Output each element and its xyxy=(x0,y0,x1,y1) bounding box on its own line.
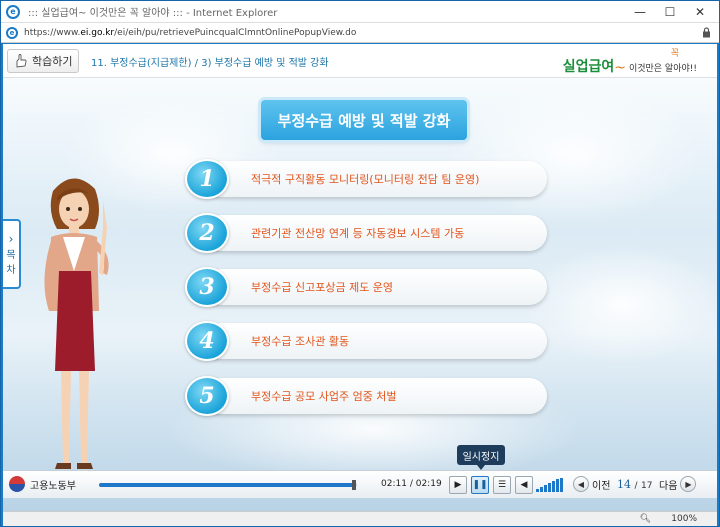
brand-sub: 이것만은 알아야!! xyxy=(628,64,697,74)
progress-bar[interactable] xyxy=(99,480,357,490)
lock-icon[interactable] xyxy=(702,27,711,38)
player-bar: 고용노동부 02:11 / 02:19 ▶ ❚❚ ☰ ◀ ◀ 이전 14 / 1… xyxy=(3,470,717,498)
progress-knob[interactable] xyxy=(352,480,357,490)
ie-page-icon: e xyxy=(6,26,18,39)
maximize-button[interactable]: ☐ xyxy=(655,5,685,19)
item-text: 적극적 구직활동 모니터링(모니터링 전담 팀 운영) xyxy=(251,173,480,186)
org-logo: 고용노동부 xyxy=(9,476,76,492)
menu-icon: ☰ xyxy=(497,480,507,490)
ie-logo-icon: e xyxy=(6,4,20,19)
item-number: 2 xyxy=(185,213,229,253)
url-path: /ei/eih/pu/retrievePuincqualClmntOnlineP… xyxy=(114,27,357,38)
list-item: 3 부정수급 신고포상금 제도 운영 xyxy=(183,267,547,307)
org-name: 고용노동부 xyxy=(30,480,76,492)
play-icon: ▶ xyxy=(454,480,462,490)
breadcrumb: 11. 부정수급(지급제한) / 3) 부정수급 예방 및 적발 강화 xyxy=(91,58,329,69)
close-button[interactable]: ✕ xyxy=(685,5,715,19)
learn-button-label: 학습하기 xyxy=(32,55,73,68)
progress-fill xyxy=(99,483,355,487)
toc-tab[interactable]: › 목 차 xyxy=(3,219,21,289)
speaker-icon: ◀ xyxy=(520,480,528,490)
play-button[interactable]: ▶ xyxy=(449,476,467,494)
next-label: 다음 xyxy=(659,480,678,492)
list-item: 4 부정수급 조사관 활동 xyxy=(183,321,547,361)
time-display: 02:11 / 02:19 xyxy=(381,479,442,489)
volume-level-bar xyxy=(540,487,543,492)
volume-slider[interactable] xyxy=(536,478,563,492)
volume-level-bar xyxy=(560,478,563,492)
prev-page-button[interactable]: ◀ 이전 xyxy=(573,476,610,492)
instructor-character xyxy=(44,178,109,489)
toc-label-2: 차 xyxy=(6,265,16,276)
item-text: 부정수급 공모 사업주 엄중 처벌 xyxy=(251,390,397,403)
title-bar: e ::: 실업급여~ 이것만은 꼭 알아야 ::: - Internet Ex… xyxy=(1,1,719,23)
zoom-icon[interactable]: 🔍︎ xyxy=(640,514,651,524)
chevron-right-icon: ▶ xyxy=(680,476,697,492)
address-bar[interactable]: e https://www.ei.go.kr/ei/eih/pu/retriev… xyxy=(1,23,719,43)
taegeuk-icon xyxy=(9,476,25,492)
page-indicator: 14 / 17 xyxy=(617,478,653,491)
menu-button[interactable]: ☰ xyxy=(493,476,511,494)
window-title: ::: 실업급여~ 이것만은 꼭 알아야 ::: - Internet Expl… xyxy=(28,8,278,19)
pause-icon: ❚❚ xyxy=(472,480,488,490)
item-number: 1 xyxy=(185,159,229,199)
toc-label-1: 목 xyxy=(6,250,16,261)
url-domain: ei.go.kr xyxy=(80,27,115,38)
hand-icon xyxy=(16,54,27,68)
next-page-button[interactable]: 다음 ▶ xyxy=(659,476,697,492)
brand-tilde: ~ xyxy=(614,60,626,76)
item-number: 5 xyxy=(185,376,229,416)
list-item: 2 관련기관 전산망 연계 등 자동경보 시스템 가동 xyxy=(183,213,547,253)
brand-main: 실업급여 xyxy=(562,59,615,75)
pause-button[interactable]: ❚❚ xyxy=(471,476,489,494)
item-text: 부정수급 조사관 활동 xyxy=(251,335,350,348)
time-total: 02:19 xyxy=(415,479,442,489)
browser-window: e ::: 실업급여~ 이것만은 꼭 알아야 ::: - Internet Ex… xyxy=(0,0,720,527)
list-item: 5 부정수급 공모 사업주 엄중 처벌 xyxy=(183,376,547,416)
time-separator: / xyxy=(409,479,413,489)
item-text: 관련기관 전산망 연계 등 자동경보 시스템 가동 xyxy=(251,227,465,240)
learn-button[interactable]: 학습하기 xyxy=(7,49,79,73)
volume-level-bar xyxy=(552,481,555,492)
brand-mark: 꼭 xyxy=(670,49,679,59)
volume-level-bar xyxy=(536,489,539,492)
content-header: 학습하기 11. 부정수급(지급제한) / 3) 부정수급 예방 및 적발 강화… xyxy=(3,44,717,78)
prev-label: 이전 xyxy=(592,480,611,492)
url-text[interactable]: https://www.ei.go.kr/ei/eih/pu/retrieveP… xyxy=(24,28,356,38)
item-text: 부정수급 신고포상금 제도 운영 xyxy=(251,281,394,294)
course-content: 학습하기 11. 부정수급(지급제한) / 3) 부정수급 예방 및 적발 강화… xyxy=(3,44,717,511)
cloud-decoration xyxy=(443,84,703,224)
volume-button[interactable]: ◀ xyxy=(515,476,533,494)
minimize-button[interactable]: — xyxy=(625,5,655,19)
item-number: 3 xyxy=(185,267,229,307)
volume-level-bar xyxy=(556,479,559,492)
zoom-level[interactable]: 100% xyxy=(671,514,697,524)
volume-level-bar xyxy=(544,485,547,492)
volume-level-bar xyxy=(548,483,551,492)
chevron-left-icon: ◀ xyxy=(573,476,589,492)
time-current: 02:11 xyxy=(381,479,407,489)
cloud-decoration xyxy=(523,244,717,364)
item-number: 4 xyxy=(185,321,229,361)
window-controls: — ☐ ✕ xyxy=(625,1,715,23)
list-item: 1 적극적 구직활동 모니터링(모니터링 전담 팀 운영) xyxy=(183,159,547,199)
page-current: 14 xyxy=(617,478,631,491)
chevron-right-icon: › xyxy=(8,232,14,246)
pause-tooltip: 일시정지 xyxy=(457,445,505,470)
page-total: 17 xyxy=(641,481,653,491)
page-title: 부정수급 예방 및 적발 강화 xyxy=(261,100,467,140)
brand-logo: 실업급여 ~ 이것만은 알아야!! 꼭 xyxy=(563,48,697,76)
url-prefix: https://www. xyxy=(24,27,81,38)
status-bar: 🔍︎ 100% xyxy=(3,511,717,526)
page-separator: / xyxy=(634,481,638,491)
